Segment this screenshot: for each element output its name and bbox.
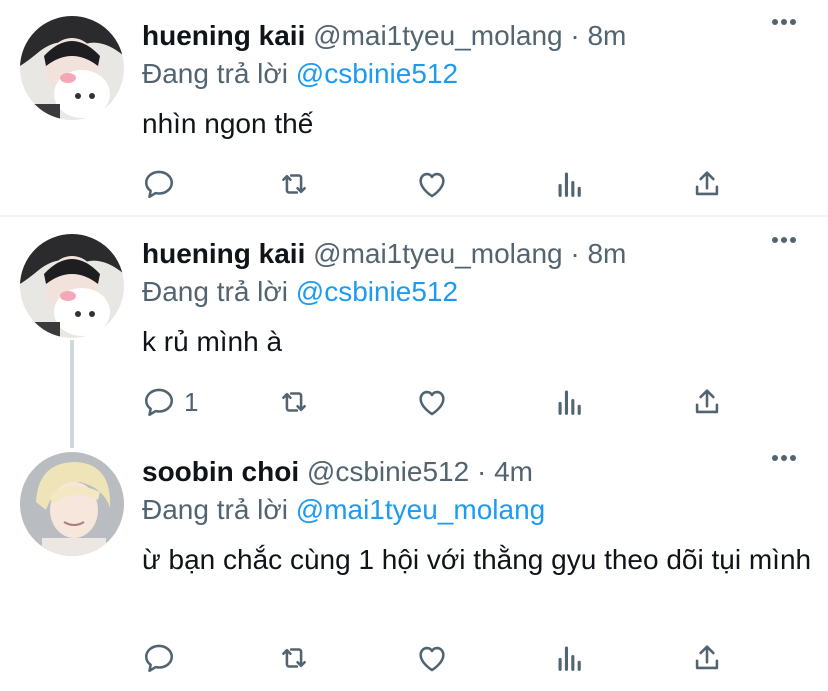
mention-link[interactable]: @csbinie512	[296, 276, 458, 307]
reply-count: 1	[184, 386, 199, 417]
reply-button[interactable]	[142, 164, 184, 204]
share-button[interactable]	[690, 164, 724, 204]
separator-dot: ·	[570, 238, 580, 269]
avatar[interactable]	[20, 452, 124, 556]
tweet-text: nhìn ngon thế	[142, 108, 314, 139]
analytics-icon	[558, 172, 581, 197]
avatar[interactable]	[20, 234, 124, 338]
avatar[interactable]	[20, 16, 124, 120]
share-button[interactable]	[690, 382, 724, 422]
replying-to-label: Đang trả lời	[142, 58, 288, 89]
like-button[interactable]	[415, 164, 449, 204]
tweet-2[interactable]: huening kaii @mai1tyeu_molang · 8m Đang …	[0, 218, 828, 444]
replying-to: Đang trả lời @csbinie512	[142, 54, 458, 94]
mention-link[interactable]: @csbinie512	[296, 58, 458, 89]
more-icon[interactable]	[770, 444, 798, 472]
share-icon	[695, 645, 719, 670]
timestamp[interactable]: 8m	[587, 20, 626, 51]
user-handle[interactable]: @mai1tyeu_molang	[313, 20, 562, 51]
tweet-3[interactable]: soobin choi @csbinie512 · 4m Đang trả lờ…	[0, 436, 828, 691]
tweet-actions: 1	[0, 382, 828, 422]
like-button[interactable]	[415, 638, 449, 678]
tweet-actions	[0, 638, 828, 678]
share-icon	[695, 389, 719, 414]
like-button[interactable]	[415, 382, 449, 422]
display-name[interactable]: huening kaii	[142, 238, 305, 269]
more-icon[interactable]	[770, 8, 798, 36]
tweet-text: ừ bạn chắc cùng 1 hội với thằng gyu theo…	[142, 544, 812, 575]
display-name[interactable]: huening kaii	[142, 20, 305, 51]
user-handle[interactable]: @mai1tyeu_molang	[313, 238, 562, 269]
reply-icon	[144, 170, 174, 199]
reply-icon	[144, 644, 174, 673]
retweet-button[interactable]	[277, 164, 311, 204]
replying-to: Đang trả lời @csbinie512	[142, 272, 458, 312]
analytics-icon	[558, 390, 581, 415]
reply-button[interactable]: 1	[142, 382, 198, 422]
retweet-button[interactable]	[277, 382, 311, 422]
replying-to-label: Đang trả lời	[142, 494, 288, 525]
like-icon	[419, 172, 445, 198]
analytics-button[interactable]	[553, 164, 587, 204]
replying-to-label: Đang trả lời	[142, 276, 288, 307]
retweet-icon	[282, 174, 306, 194]
retweet-button[interactable]	[277, 638, 311, 678]
timestamp[interactable]: 4m	[494, 456, 533, 487]
tweet-header: soobin choi @csbinie512 · 4m	[142, 452, 533, 492]
reply-button[interactable]	[142, 638, 184, 678]
analytics-button[interactable]	[553, 638, 587, 678]
retweet-icon	[282, 392, 306, 412]
thread-connector	[70, 340, 74, 448]
retweet-icon	[282, 648, 306, 668]
user-handle[interactable]: @csbinie512	[307, 456, 469, 487]
timestamp[interactable]: 8m	[587, 238, 626, 269]
share-icon	[695, 171, 719, 196]
reply-icon	[144, 388, 174, 417]
separator-dot: ·	[476, 456, 487, 487]
replying-to: Đang trả lời @mai1tyeu_molang	[142, 490, 545, 530]
separator-dot: ·	[570, 20, 580, 51]
display-name[interactable]: soobin choi	[142, 456, 299, 487]
like-icon	[419, 390, 445, 416]
share-button[interactable]	[690, 638, 724, 678]
divider	[0, 215, 828, 217]
analytics-button[interactable]	[553, 382, 587, 422]
mention-link[interactable]: @mai1tyeu_molang	[296, 494, 545, 525]
like-icon	[419, 646, 445, 672]
tweet-actions	[0, 164, 828, 204]
more-icon[interactable]	[770, 226, 798, 254]
analytics-icon	[558, 646, 581, 671]
tweet-1[interactable]: huening kaii @mai1tyeu_molang · 8m Đang …	[0, 0, 828, 216]
tweet-text: k rủ mình à	[142, 326, 283, 357]
tweet-header: huening kaii @mai1tyeu_molang · 8m	[142, 16, 626, 56]
tweet-header: huening kaii @mai1tyeu_molang · 8m	[142, 234, 626, 274]
